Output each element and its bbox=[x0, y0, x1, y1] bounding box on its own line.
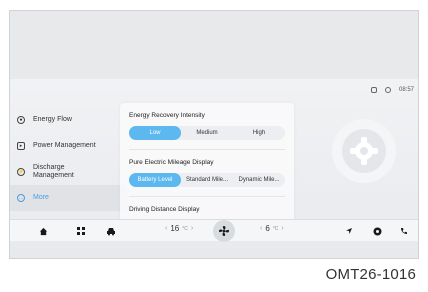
left-temp-value: 16 bbox=[170, 224, 180, 233]
settings-panel: Energy Recovery Intensity Low Medium Hig… bbox=[120, 103, 294, 223]
temp-up-arrow-icon[interactable]: › bbox=[191, 225, 193, 232]
fan-button[interactable] bbox=[213, 220, 235, 242]
home-icon[interactable] bbox=[37, 225, 49, 237]
energy-recovery-high-option[interactable]: High bbox=[233, 126, 285, 140]
driving-distance-title: Driving Distance Display bbox=[129, 206, 200, 213]
temp-up-arrow-icon[interactable]: › bbox=[281, 225, 283, 232]
car-icon[interactable] bbox=[105, 225, 117, 237]
left-temperature-control[interactable]: ‹ 16 °C › bbox=[165, 224, 193, 233]
energy-flow-icon: ● bbox=[17, 116, 25, 124]
signal-icon bbox=[384, 87, 391, 93]
energy-recovery-low-option[interactable]: Low bbox=[129, 126, 181, 140]
energy-recovery-medium-option[interactable]: Medium bbox=[181, 126, 233, 140]
infotainment-screen: 08:57 ● Energy Flow ▸ Power Management ⚡… bbox=[10, 79, 418, 249]
bottom-dock: ‹ 16 °C › ‹ 6 °C › bbox=[10, 219, 418, 242]
mileage-display-section: Pure Electric Mileage Display Battery Le… bbox=[120, 150, 294, 197]
document-code: OMT26-1016 bbox=[325, 266, 416, 283]
energy-recovery-selector: Low Medium High bbox=[129, 126, 285, 140]
right-temperature-control[interactable]: ‹ 6 °C › bbox=[260, 224, 284, 233]
music-icon[interactable] bbox=[371, 225, 383, 237]
phone-icon[interactable] bbox=[398, 225, 410, 237]
fan-icon bbox=[219, 226, 229, 236]
sidebar-item-label: Power Management bbox=[33, 142, 96, 149]
user-icon bbox=[370, 87, 377, 93]
sidebar: ● Energy Flow ▸ Power Management ⚡ Disch… bbox=[10, 107, 127, 211]
mileage-dynamic-option[interactable]: Dynamic Mile... bbox=[233, 173, 285, 187]
energy-recovery-title: Energy Recovery Intensity bbox=[129, 112, 205, 119]
sidebar-item-more[interactable]: … More bbox=[10, 185, 127, 211]
mileage-battery-level-option[interactable]: Battery Level bbox=[129, 173, 181, 187]
energy-recovery-section: Energy Recovery Intensity Low Medium Hig… bbox=[120, 103, 294, 150]
mileage-display-title: Pure Electric Mileage Display bbox=[129, 159, 214, 166]
navigation-icon[interactable] bbox=[343, 225, 355, 237]
mileage-standard-option[interactable]: Standard Mile... bbox=[181, 173, 233, 187]
screen-frame: 08:57 ● Energy Flow ▸ Power Management ⚡… bbox=[9, 10, 419, 259]
right-temp-unit: °C bbox=[272, 225, 279, 232]
status-bar: 08:57 bbox=[370, 87, 414, 93]
status-time: 08:57 bbox=[398, 87, 414, 93]
temp-down-arrow-icon[interactable]: ‹ bbox=[260, 225, 262, 232]
more-icon: … bbox=[17, 194, 25, 202]
sidebar-item-label: Discharge Management bbox=[33, 164, 74, 179]
gear-illustration-icon bbox=[332, 119, 396, 183]
right-temp-value: 6 bbox=[265, 224, 270, 233]
discharge-icon: ⚡ bbox=[17, 168, 25, 176]
left-temp-unit: °C bbox=[182, 225, 188, 232]
mileage-display-selector: Battery Level Standard Mile... Dynamic M… bbox=[129, 173, 285, 187]
sidebar-item-power-management[interactable]: ▸ Power Management bbox=[10, 133, 127, 159]
temp-down-arrow-icon[interactable]: ‹ bbox=[165, 225, 167, 232]
sidebar-item-label: Energy Flow bbox=[33, 116, 72, 123]
sidebar-item-label: More bbox=[33, 194, 49, 201]
sidebar-item-discharge-management[interactable]: ⚡ Discharge Management bbox=[10, 159, 127, 185]
sidebar-item-energy-flow[interactable]: ● Energy Flow bbox=[10, 107, 127, 133]
apps-grid-icon[interactable] bbox=[75, 225, 87, 237]
power-icon: ▸ bbox=[17, 142, 25, 150]
